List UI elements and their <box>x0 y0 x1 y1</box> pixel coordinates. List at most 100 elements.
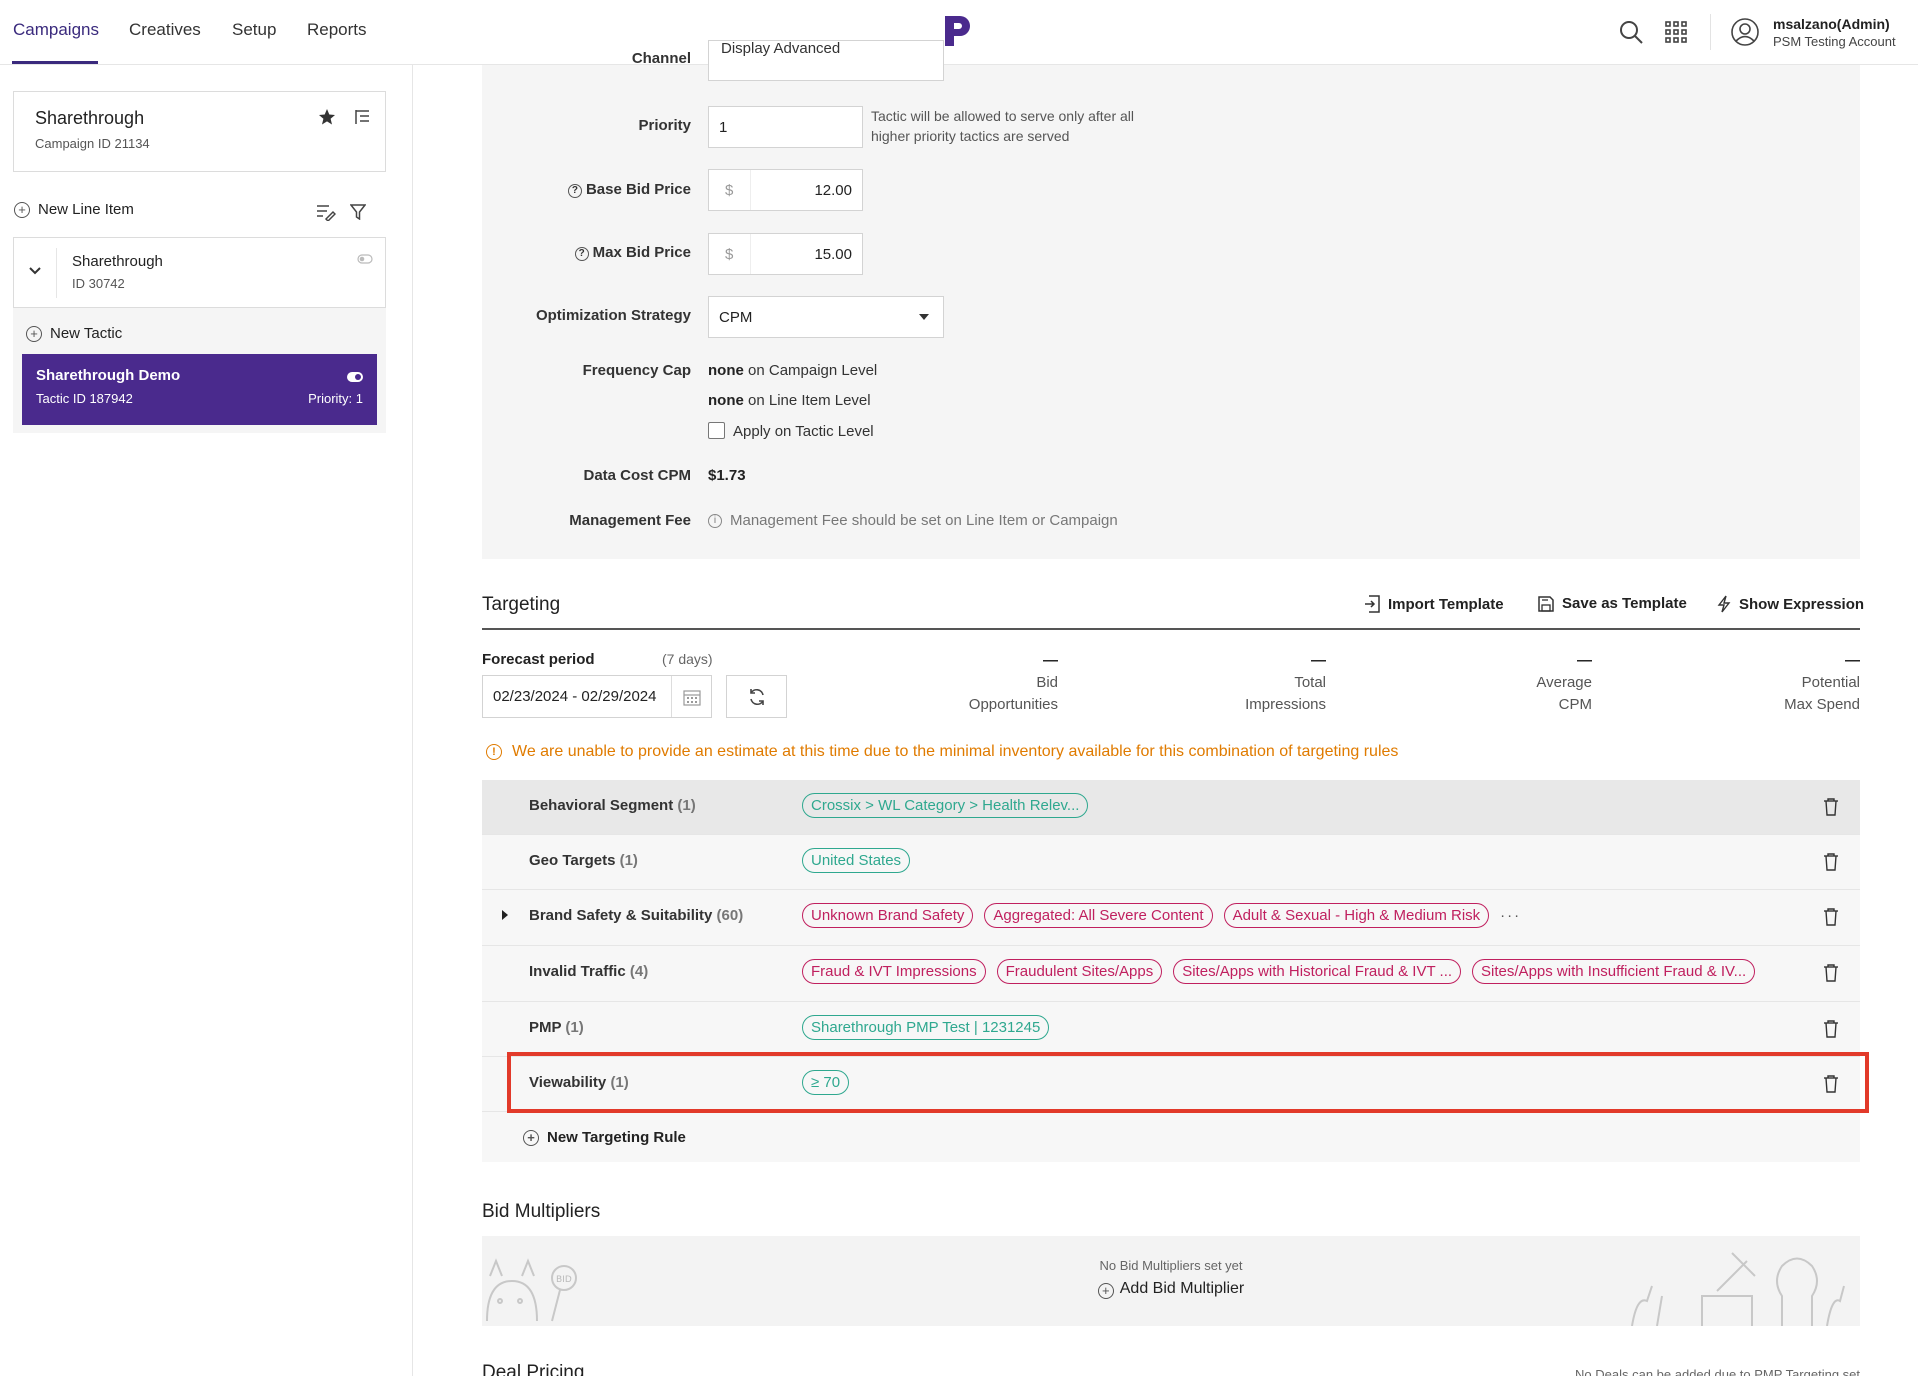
import-template-button[interactable]: Import Template <box>1364 595 1504 613</box>
date-range-picker[interactable]: 02/23/2024 - 02/29/2024 <box>482 675 712 718</box>
more-chips-ellipsis[interactable]: ··· <box>1500 907 1521 924</box>
targeting-rule-geo-targets[interactable]: Geo Targets (1) United States <box>482 835 1860 890</box>
top-nav: Campaigns Creatives Setup Reports msalza… <box>0 0 1918 65</box>
rule-chip[interactable]: United States <box>802 848 911 873</box>
filter-icon[interactable] <box>350 204 366 220</box>
trash-icon[interactable] <box>1823 853 1839 871</box>
targeting-rule-brand-safety[interactable]: Brand Safety & Suitability (60) Unknown … <box>482 890 1860 946</box>
plus-circle-icon: + <box>1097 1282 1114 1299</box>
rule-chips: Unknown Brand Safety Aggregated: All Sev… <box>802 903 1521 928</box>
new-targeting-rule-button[interactable]: + New Targeting Rule <box>523 1129 686 1146</box>
base-bid-value: 12.00 <box>814 181 852 199</box>
left-panel: Sharethrough Campaign ID 21134 + New Lin… <box>0 65 413 1376</box>
trash-icon[interactable] <box>1823 908 1839 926</box>
trash-icon[interactable] <box>1823 964 1839 982</box>
help-icon[interactable]: ? <box>574 246 589 261</box>
metric-label-line-2: CPM <box>1558 696 1592 713</box>
apps-grid-icon[interactable] <box>1664 20 1688 44</box>
tactic-card-selected[interactable]: Sharethrough Demo Tactic ID 187942 Prior… <box>22 354 377 425</box>
checkbox[interactable] <box>708 422 725 439</box>
apply-tactic-level-label: Apply on Tactic Level <box>733 423 874 440</box>
rule-chip[interactable]: Unknown Brand Safety <box>802 903 974 928</box>
rule-name: Invalid Traffic (4) <box>529 963 648 980</box>
new-tactic-button[interactable]: + New Tactic <box>26 325 122 342</box>
campaign-name: Sharethrough <box>35 108 145 128</box>
plus-circle-icon: + <box>523 1129 539 1146</box>
channel-label: Channel <box>631 50 691 64</box>
save-as-template-button[interactable]: Save as Template <box>1538 595 1687 612</box>
forecast-days: (7 days) <box>662 651 713 667</box>
tab-reports[interactable]: Reports <box>307 20 367 40</box>
rule-name-text: PMP <box>529 1019 562 1036</box>
new-tactic-label: New Tactic <box>50 325 123 342</box>
tab-setup[interactable]: Setup <box>232 20 276 40</box>
priority-input[interactable]: 1 <box>708 106 863 148</box>
trash-icon[interactable] <box>1823 798 1839 816</box>
targeting-rule-invalid-traffic[interactable]: Invalid Traffic (4) Fraud & IVT Impressi… <box>482 946 1860 1002</box>
rule-name: Geo Targets (1) <box>529 852 638 869</box>
user-avatar-icon[interactable] <box>1730 17 1760 47</box>
optimization-strategy-select[interactable]: CPM <box>708 296 944 338</box>
metric-value: — <box>1311 652 1326 669</box>
add-bid-multiplier-button[interactable]: + Add Bid Multiplier <box>482 1280 1860 1299</box>
active-tab-indicator <box>12 61 98 64</box>
rule-chip[interactable]: Aggregated: All Severe Content <box>984 903 1213 928</box>
help-icon[interactable]: ? <box>567 183 582 198</box>
deal-pricing-note: No Deals can be added due to PMP Targeti… <box>1575 1367 1860 1376</box>
rule-count: (1) <box>565 1019 584 1036</box>
viewability-highlight-box <box>507 1052 1869 1113</box>
new-targeting-rule-label: New Targeting Rule <box>547 1129 686 1146</box>
trash-icon[interactable] <box>1823 1020 1839 1038</box>
rule-chips: Sharethrough PMP Test | 1231245 <box>802 1015 1050 1040</box>
line-item-card[interactable]: Sharethrough ID 30742 <box>13 237 386 308</box>
metric-label-line-1: Potential <box>1801 674 1860 691</box>
new-line-item-button[interactable]: + New Line Item <box>14 201 134 218</box>
base-bid-currency: $ <box>709 170 751 210</box>
base-bid-input[interactable]: $ 12.00 <box>708 169 863 211</box>
rule-chip[interactable]: Fraud & IVT Impressions <box>802 959 986 984</box>
targeting-title: Targeting <box>482 594 561 615</box>
refresh-forecast-button[interactable] <box>726 675 787 718</box>
optimization-strategy-label: Optimization Strategy <box>535 307 691 324</box>
chevron-down-icon[interactable] <box>28 266 42 276</box>
data-cost-value: $1.73 <box>708 467 746 484</box>
rule-chip[interactable]: Sharethrough PMP Test | 1231245 <box>802 1015 1050 1040</box>
warning-icon: ! <box>486 744 502 760</box>
apply-tactic-level-checkbox[interactable]: Apply on Tactic Level <box>708 422 874 440</box>
tab-campaigns[interactable]: Campaigns <box>13 20 99 40</box>
user-menu[interactable]: msalzano(Admin) PSM Testing Account <box>1773 15 1896 51</box>
priority-value: 1 <box>719 118 728 136</box>
rule-chip[interactable]: Adult & Sexual - High & Medium Risk <box>1223 903 1490 928</box>
targeting-rule-pmp[interactable]: PMP (1) Sharethrough PMP Test | 1231245 <box>482 1002 1860 1057</box>
toggle-off-icon[interactable] <box>357 254 373 264</box>
max-bid-input[interactable]: $ 15.00 <box>708 233 863 275</box>
metric-label-line-2: Opportunities <box>968 696 1058 713</box>
rule-chip[interactable]: Sites/Apps with Insufficient Fraud & IV.… <box>1472 959 1756 984</box>
tab-creatives[interactable]: Creatives <box>129 20 201 40</box>
freq-li-text: on Line Item Level <box>748 392 871 409</box>
channel-field[interactable]: Display Advanced <box>708 40 944 81</box>
brand-logo-icon[interactable] <box>943 14 973 48</box>
rule-chip[interactable]: Fraudulent Sites/Apps <box>996 959 1163 984</box>
show-expression-label: Show Expression <box>1739 595 1865 613</box>
show-expression-button[interactable]: Show Expression <box>1717 595 1864 613</box>
calendar-button[interactable] <box>671 676 711 717</box>
priority-note-line-2: higher priority tactics are served <box>871 128 1070 144</box>
rule-chip[interactable]: Crossix > WL Category > Health Relev... <box>802 793 1089 818</box>
campaign-card[interactable]: Sharethrough Campaign ID 21134 <box>13 91 386 172</box>
add-bid-multiplier-label: Add Bid Multiplier <box>1119 1280 1245 1297</box>
freq-line-item-level: none on Line Item Level <box>708 392 871 409</box>
star-icon[interactable] <box>318 108 336 126</box>
hierarchy-icon[interactable] <box>353 108 371 126</box>
rule-name: Behavioral Segment (1) <box>529 797 696 814</box>
rule-chip[interactable]: Sites/Apps with Historical Fraud & IVT .… <box>1173 959 1462 984</box>
search-icon[interactable] <box>1618 19 1644 45</box>
tactic-toggle-icon[interactable] <box>347 372 363 382</box>
targeting-rule-behavioral-segment[interactable]: Behavioral Segment (1) Crossix > WL Cate… <box>482 780 1860 835</box>
edit-list-icon[interactable] <box>316 203 336 221</box>
rule-count: (1) <box>677 797 696 814</box>
expand-caret-icon[interactable] <box>502 910 508 920</box>
plus-circle-icon: + <box>14 201 30 218</box>
metric-value: — <box>1577 652 1592 669</box>
targeting-divider <box>482 628 1860 630</box>
